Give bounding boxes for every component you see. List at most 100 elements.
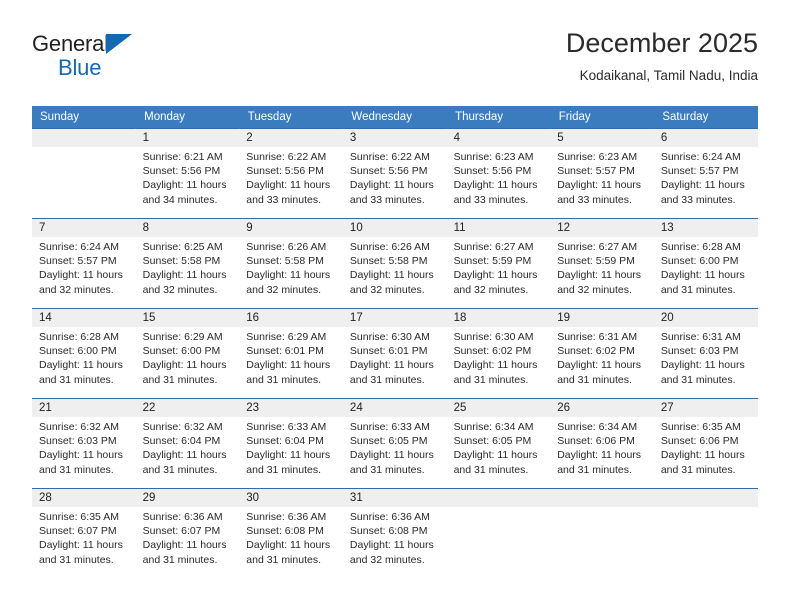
- sunset-text: Sunset: 5:57 PM: [39, 255, 117, 268]
- day-number: 4: [446, 129, 551, 147]
- weekday-header-wednesday: Wednesday: [342, 106, 448, 129]
- calendar-day-cell[interactable]: 8 Sunrise: 6:25 AM Sunset: 5:58 PM Daylight…: [135, 218, 240, 309]
- sunrise-text: Sunrise: 6:33 AM: [246, 421, 327, 433]
- sunset-text: Sunset: 6:06 PM: [557, 435, 635, 448]
- daylight-text-line2: and 31 minutes.: [39, 553, 114, 566]
- page-header: General Blue December 2025 Kodaikanal, T…: [32, 26, 758, 98]
- daylight-text-line2: and 31 minutes.: [39, 373, 114, 386]
- daylight-text-line1: Daylight: 11 hours: [453, 359, 538, 372]
- calendar-week-row: 14 Sunrise: 6:28 AM Sunset: 6:00 PM Dayligh…: [32, 308, 758, 399]
- day-cell-content: 20 Sunrise: 6:31 AM Sunset: 6:03 PM Dayligh…: [653, 309, 758, 398]
- daylight-text-line2: and 31 minutes.: [349, 463, 425, 476]
- day-details: Sunrise: 6:27 AM Sunset: 5:59 PM Daylight:…: [447, 237, 551, 297]
- day-details: Sunrise: 6:24 AM Sunset: 5:57 PM Daylight:…: [32, 237, 136, 297]
- day-number: 24: [342, 399, 447, 417]
- day-details: Sunrise: 6:22 AM Sunset: 5:56 PM Daylight:…: [239, 147, 343, 207]
- calendar-day-cell[interactable]: 31 Sunrise: 6:36 AM Sunset: 6:08 PM Dayligh…: [342, 488, 447, 578]
- calendar-week-row: 1 Sunrise: 6:21 AM Sunset: 5:56 PM Daylight…: [32, 128, 758, 219]
- sunset-text: Sunset: 5:58 PM: [246, 255, 324, 268]
- calendar-day-cell[interactable]: 30 Sunrise: 6:36 AM Sunset: 6:08 PM Dayligh…: [239, 488, 343, 578]
- day-number: 17: [342, 309, 447, 327]
- weekday-header-friday: Friday: [550, 106, 655, 129]
- calendar-day-cell[interactable]: 10 Sunrise: 6:26 AM Sunset: 5:58 PM Dayligh…: [342, 218, 447, 309]
- sunrise-text: Sunrise: 6:32 AM: [39, 421, 119, 433]
- calendar-day-cell[interactable]: 19 Sunrise: 6:31 AM Sunset: 6:02 PM Dayligh…: [550, 308, 654, 399]
- day-number: 20: [653, 309, 758, 327]
- calendar-day-cell[interactable]: 15 Sunrise: 6:29 AM Sunset: 6:00 PM Dayligh…: [135, 308, 240, 399]
- weekday-header-tuesday: Tuesday: [239, 106, 344, 129]
- day-number: 21: [32, 399, 136, 417]
- sunset-text: Sunset: 6:06 PM: [660, 435, 739, 448]
- day-details: Sunrise: 6:32 AM Sunset: 6:03 PM Daylight:…: [32, 417, 136, 477]
- calendar-day-cell[interactable]: 3 Sunrise: 6:22 AM Sunset: 5:56 PM Daylight…: [342, 128, 447, 219]
- day-number: [550, 489, 654, 507]
- day-details: Sunrise: 6:32 AM Sunset: 6:04 PM Daylight:…: [136, 417, 240, 477]
- calendar-day-cell[interactable]: 28 Sunrise: 6:35 AM Sunset: 6:07 PM Dayligh…: [32, 488, 136, 578]
- daylight-text-line1: Daylight: 11 hours: [557, 359, 642, 372]
- calendar-page: General Blue December 2025 Kodaikanal, T…: [0, 0, 792, 612]
- calendar-day-cell[interactable]: 20 Sunrise: 6:31 AM Sunset: 6:03 PM Dayligh…: [653, 308, 758, 399]
- day-number: 1: [135, 129, 240, 147]
- sunset-text: Sunset: 6:05 PM: [453, 435, 532, 448]
- daylight-text-line1: Daylight: 11 hours: [453, 269, 538, 282]
- daylight-text-line2: and 32 minutes.: [557, 283, 632, 296]
- daylight-text-line1: Daylight: 11 hours: [142, 449, 227, 462]
- day-details: Sunrise: 6:26 AM Sunset: 5:58 PM Daylight:…: [239, 237, 343, 297]
- day-details: Sunrise: 6:24 AM Sunset: 5:57 PM Daylight:…: [654, 147, 758, 207]
- calendar-day-cell[interactable]: 2 Sunrise: 6:22 AM Sunset: 5:56 PM Daylight…: [239, 128, 343, 219]
- calendar-week-row: 28 Sunrise: 6:35 AM Sunset: 6:07 PM Dayligh…: [32, 488, 758, 578]
- sunrise-text: Sunrise: 6:32 AM: [142, 421, 223, 433]
- general-blue-logo[interactable]: General Blue: [32, 32, 212, 88]
- day-number: 3: [342, 129, 447, 147]
- calendar-day-cell[interactable]: 4 Sunrise: 6:23 AM Sunset: 5:56 PM Daylight…: [446, 128, 551, 219]
- calendar-day-cell[interactable]: 7 Sunrise: 6:24 AM Sunset: 5:57 PM Daylight…: [32, 218, 136, 309]
- day-details: Sunrise: 6:35 AM Sunset: 6:06 PM Daylight:…: [654, 417, 758, 477]
- calendar-day-cell[interactable]: 26 Sunrise: 6:34 AM Sunset: 6:06 PM Dayligh…: [550, 398, 654, 489]
- weekday-header-row: Sunday Monday Tuesday Wednesday Thursday…: [32, 106, 758, 129]
- calendar-day-cell[interactable]: 12 Sunrise: 6:27 AM Sunset: 5:59 PM Dayligh…: [550, 218, 654, 309]
- calendar-week-row: 7 Sunrise: 6:24 AM Sunset: 5:57 PM Daylight…: [32, 218, 758, 309]
- sunrise-text: Sunrise: 6:35 AM: [39, 511, 119, 523]
- calendar-day-cell[interactable]: 17 Sunrise: 6:30 AM Sunset: 6:01 PM Dayligh…: [342, 308, 447, 399]
- calendar-day-cell[interactable]: 16 Sunrise: 6:29 AM Sunset: 6:01 PM Dayligh…: [239, 308, 343, 399]
- calendar-day-cell[interactable]: 14 Sunrise: 6:28 AM Sunset: 6:00 PM Dayligh…: [32, 308, 136, 399]
- calendar-day-cell[interactable]: 1 Sunrise: 6:21 AM Sunset: 5:56 PM Daylight…: [135, 128, 240, 219]
- calendar-day-cell[interactable]: 27 Sunrise: 6:35 AM Sunset: 6:06 PM Dayligh…: [653, 398, 758, 489]
- sunset-text: Sunset: 6:07 PM: [39, 525, 117, 538]
- calendar-day-cell[interactable]: 25 Sunrise: 6:34 AM Sunset: 6:05 PM Dayligh…: [446, 398, 551, 489]
- calendar-day-cell[interactable]: 23 Sunrise: 6:33 AM Sunset: 6:04 PM Dayligh…: [239, 398, 343, 489]
- calendar-day-cell[interactable]: 5 Sunrise: 6:23 AM Sunset: 5:57 PM Daylight…: [550, 128, 654, 219]
- calendar-day-cell[interactable]: 24 Sunrise: 6:33 AM Sunset: 6:05 PM Dayligh…: [342, 398, 447, 489]
- daylight-text-line1: Daylight: 11 hours: [557, 269, 642, 282]
- calendar-day-cell[interactable]: 11 Sunrise: 6:27 AM Sunset: 5:59 PM Dayligh…: [446, 218, 551, 309]
- daylight-text-line1: Daylight: 11 hours: [660, 179, 745, 192]
- sunset-text: Sunset: 6:04 PM: [142, 435, 221, 448]
- day-cell-content: 4 Sunrise: 6:23 AM Sunset: 5:56 PM Daylight…: [446, 129, 551, 218]
- calendar-day-cell[interactable]: 13 Sunrise: 6:28 AM Sunset: 6:00 PM Dayligh…: [653, 218, 758, 309]
- calendar-day-cell[interactable]: 22 Sunrise: 6:32 AM Sunset: 6:04 PM Dayligh…: [135, 398, 240, 489]
- sunrise-text: Sunrise: 6:23 AM: [557, 151, 638, 163]
- day-cell-content: 19 Sunrise: 6:31 AM Sunset: 6:02 PM Dayligh…: [550, 309, 654, 398]
- day-cell-content: [446, 489, 551, 578]
- day-number: 8: [135, 219, 240, 237]
- day-cell-content: 1 Sunrise: 6:21 AM Sunset: 5:56 PM Daylight…: [135, 129, 240, 218]
- day-cell-content: 11 Sunrise: 6:27 AM Sunset: 5:59 PM Dayligh…: [446, 219, 551, 308]
- daylight-text-line1: Daylight: 11 hours: [246, 449, 331, 462]
- sunrise-text: Sunrise: 6:29 AM: [142, 331, 223, 343]
- day-details: [654, 507, 758, 510]
- calendar-day-cell: [32, 128, 136, 219]
- sunrise-text: Sunrise: 6:25 AM: [142, 241, 223, 253]
- calendar-day-cell[interactable]: 9 Sunrise: 6:26 AM Sunset: 5:58 PM Daylight…: [239, 218, 343, 309]
- daylight-text-line2: and 31 minutes.: [246, 463, 321, 476]
- daylight-text-line2: and 31 minutes.: [246, 373, 321, 386]
- day-number: 25: [446, 399, 551, 417]
- calendar-day-cell[interactable]: 29 Sunrise: 6:36 AM Sunset: 6:07 PM Dayligh…: [135, 488, 240, 578]
- calendar-day-cell[interactable]: 18 Sunrise: 6:30 AM Sunset: 6:02 PM Dayligh…: [446, 308, 551, 399]
- day-number: 14: [32, 309, 136, 327]
- day-details: Sunrise: 6:35 AM Sunset: 6:07 PM Daylight:…: [32, 507, 136, 567]
- sunset-text: Sunset: 6:02 PM: [453, 345, 532, 358]
- calendar-day-cell[interactable]: 21 Sunrise: 6:32 AM Sunset: 6:03 PM Dayligh…: [32, 398, 136, 489]
- daylight-text-line1: Daylight: 11 hours: [557, 179, 642, 192]
- calendar-day-cell[interactable]: 6 Sunrise: 6:24 AM Sunset: 5:57 PM Daylight…: [653, 128, 758, 219]
- daylight-text-line2: and 33 minutes.: [557, 193, 632, 206]
